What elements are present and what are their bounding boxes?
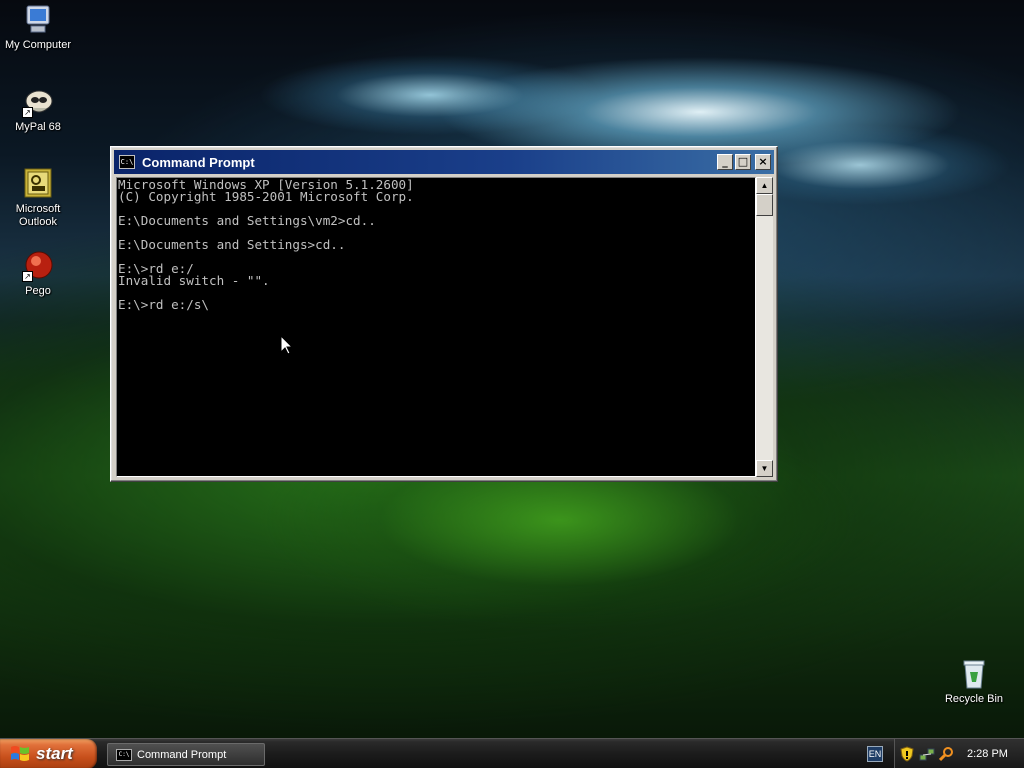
start-button[interactable]: start: [0, 739, 97, 768]
minimize-button[interactable]: _: [717, 154, 733, 170]
taskbar-item-label: Command Prompt: [137, 748, 227, 761]
desktop-icon-label: My Computer: [4, 39, 72, 51]
shortcut-arrow-icon: ↗: [22, 107, 33, 118]
shortcut-arrow-icon: ↗: [22, 271, 33, 282]
command-prompt-window[interactable]: C:\ Command Prompt _ □ × Microsoft Windo…: [110, 146, 778, 482]
console-line: E:\Documents and Settings\vm2>cd..: [118, 213, 376, 228]
console-line: E:\Documents and Settings>cd..: [118, 237, 346, 252]
desktop-icon-my-computer[interactable]: My Computer: [0, 4, 76, 52]
security-shield-icon[interactable]: [899, 746, 915, 762]
command-prompt-icon: C:\: [119, 155, 135, 169]
close-button[interactable]: ×: [755, 154, 771, 170]
console-output[interactable]: Microsoft Windows XP [Version 5.1.2600] …: [116, 177, 756, 477]
network-icon[interactable]: [919, 746, 935, 762]
console-line: Invalid switch - "".: [118, 273, 270, 288]
vertical-scrollbar[interactable]: ▲ ▼: [756, 177, 773, 477]
system-tray: 2:28 PM: [894, 739, 1024, 768]
windows-logo-icon: [11, 746, 29, 761]
desktop-icon-label-line1: Microsoft: [15, 203, 61, 215]
recycle-bin-icon: [958, 658, 990, 690]
mypal-browser-icon: ↗: [22, 86, 54, 118]
search-icon[interactable]: [938, 746, 955, 762]
desktop-icon-label-line2: Outlook: [19, 216, 57, 228]
window-title: Command Prompt: [142, 154, 255, 170]
maximize-button[interactable]: □: [735, 154, 751, 170]
desktop-icon-label: MyPal 68: [15, 121, 61, 133]
desktop-icon-mypal[interactable]: ↗ MyPal 68: [0, 86, 76, 134]
mouse-cursor-icon: [281, 336, 293, 355]
outlook-icon: [22, 168, 54, 200]
pego-icon: ↗: [22, 250, 54, 282]
my-computer-icon: [22, 4, 54, 36]
desktop-icon-pego[interactable]: ↗ Pego: [0, 250, 76, 298]
command-prompt-icon: C:\: [116, 748, 132, 761]
desktop-icon-label: Recycle Bin: [944, 693, 1004, 705]
scroll-down-button[interactable]: ▼: [756, 460, 773, 477]
desktop-icon-outlook[interactable]: Microsoft Outlook: [0, 168, 76, 229]
desktop-icon-recycle-bin[interactable]: Recycle Bin: [936, 658, 1012, 706]
taskbar-item-command-prompt[interactable]: C:\ Command Prompt: [107, 743, 265, 766]
language-indicator[interactable]: EN: [867, 746, 883, 762]
console-prompt-line: E:\>rd e:/s\: [118, 297, 209, 312]
console-line: (C) Copyright 1985-2001 Microsoft Corp.: [118, 189, 414, 204]
start-label: start: [36, 744, 73, 763]
clock[interactable]: 2:28 PM: [967, 748, 1008, 760]
taskbar: start C:\ Command Prompt EN 2:28 PM: [0, 738, 1024, 768]
scroll-thumb[interactable]: [756, 194, 773, 216]
desktop-icon-label: Pego: [25, 285, 51, 297]
scroll-up-button[interactable]: ▲: [756, 177, 773, 194]
window-titlebar[interactable]: C:\ Command Prompt _ □ ×: [114, 150, 774, 174]
